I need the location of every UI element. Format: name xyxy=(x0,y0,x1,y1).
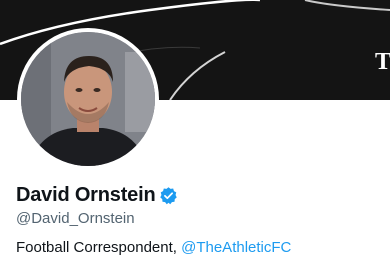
username-handle: @David_Ornstein xyxy=(16,210,135,227)
profile-photo xyxy=(21,32,155,166)
bio-mention-link[interactable]: @TheAthleticFC xyxy=(181,239,291,256)
bio-text: Football Correspondent, xyxy=(16,239,182,256)
display-name: David Ornstein xyxy=(16,183,156,206)
avatar[interactable] xyxy=(21,32,155,166)
avatar-ring xyxy=(17,28,159,170)
name-row: David Ornstein xyxy=(16,183,178,207)
banner-text: T xyxy=(375,49,390,75)
profile-bio: Football Correspondent, @TheAthleticFC xyxy=(16,239,291,256)
verified-badge-icon[interactable] xyxy=(159,186,178,205)
profile-header: T David Ornstein @David_Ornstein Footbal… xyxy=(0,0,390,262)
